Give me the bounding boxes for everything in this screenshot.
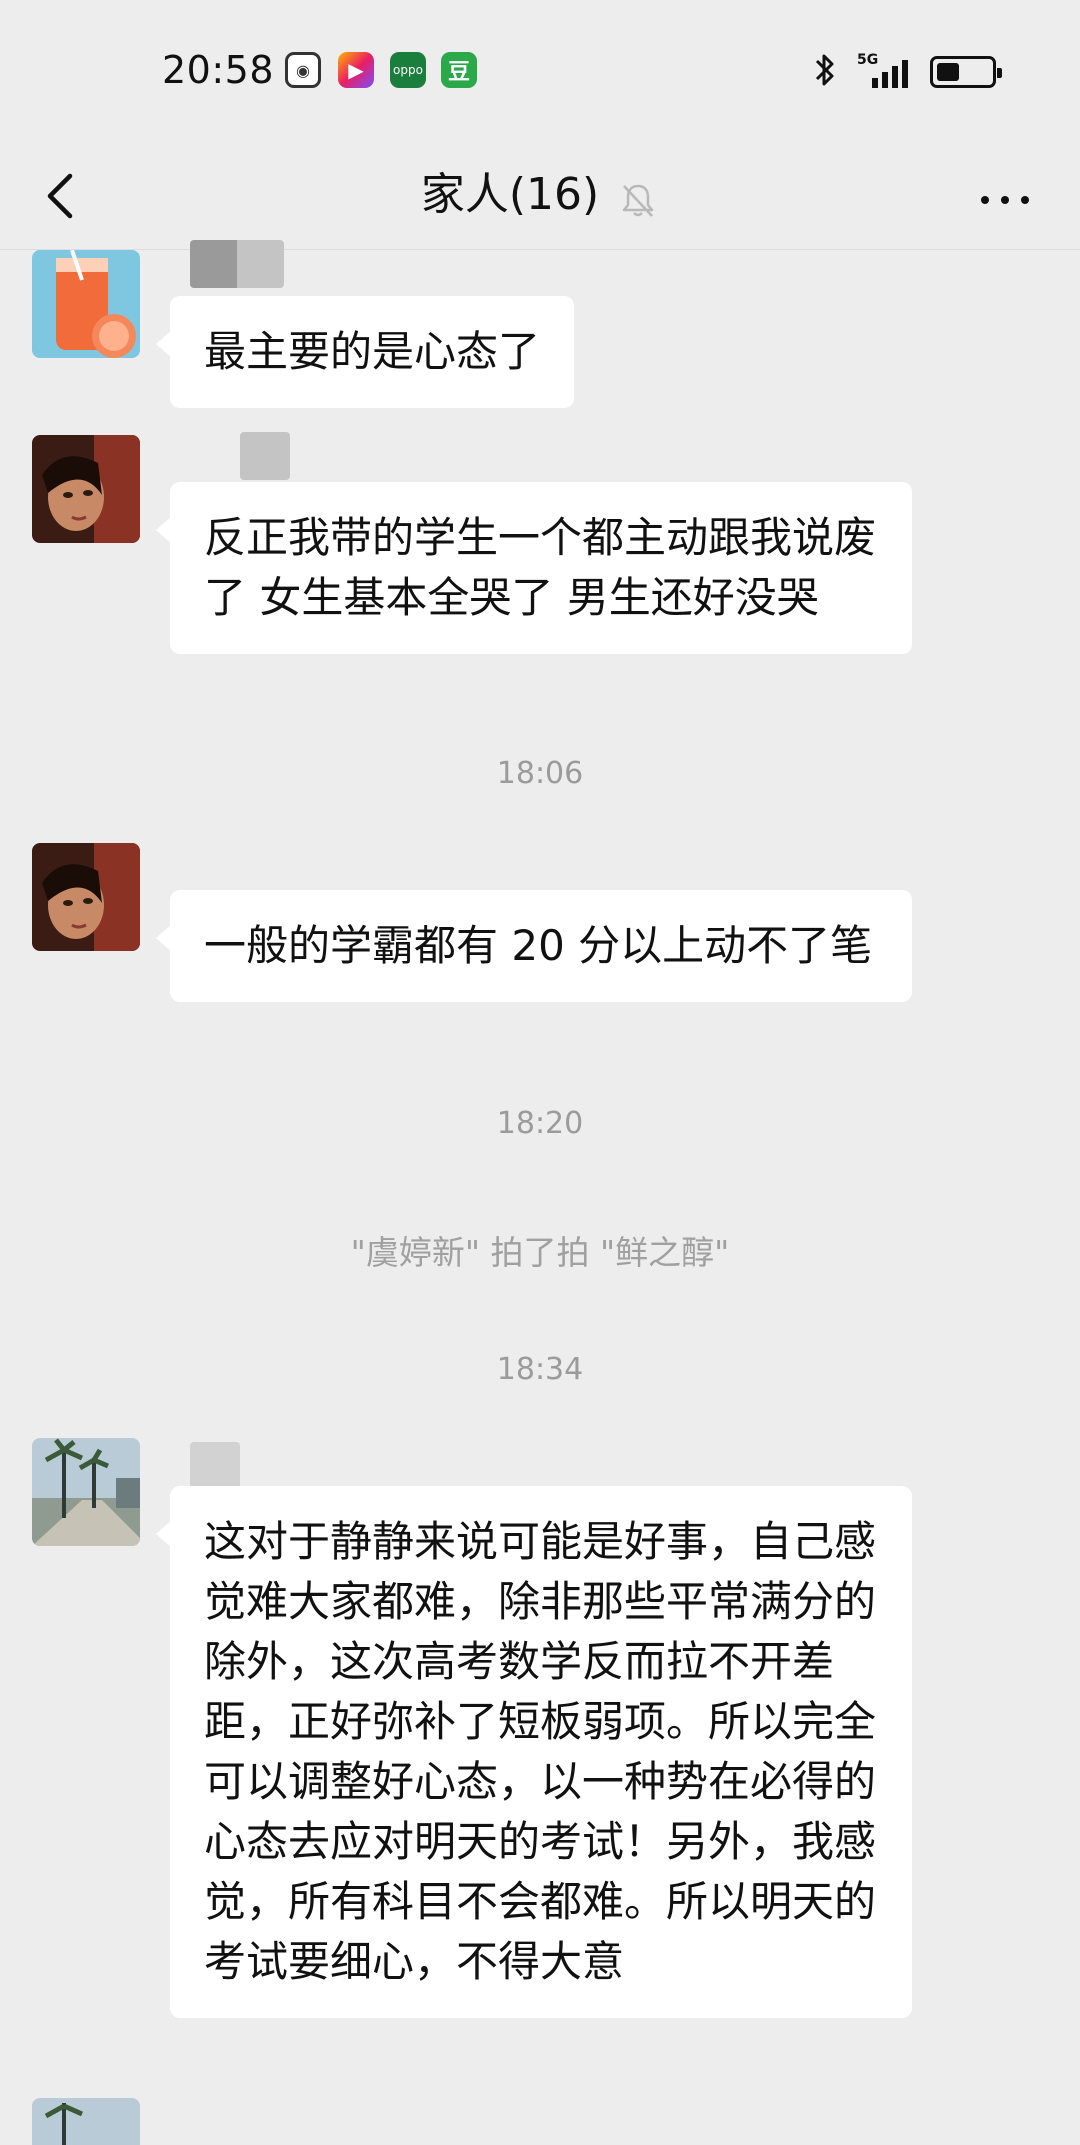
- douban-app-icon: 豆: [441, 52, 477, 88]
- battery-icon: [930, 56, 1002, 88]
- oppo-app-icon: oppo: [390, 52, 426, 88]
- camera-app-icon: ◉: [285, 52, 321, 88]
- more-options-icon[interactable]: [975, 180, 1035, 220]
- timestamp: 18:34: [496, 1352, 584, 1387]
- woman-portrait-avatar[interactable]: [32, 435, 140, 543]
- message-bubble: 一般的学霸都有 20 分以上动不了笔: [156, 890, 912, 1002]
- woman-portrait-avatar[interactable]: [32, 843, 140, 951]
- street-palm-trees-avatar[interactable]: [32, 2098, 140, 2145]
- system-pat-message: "虞婷新" 拍了拍 "鲜之醇": [350, 1233, 730, 1272]
- chat-title: 家人(16): [420, 169, 600, 220]
- message-bubble: 最主要的是心态了: [155, 296, 575, 408]
- street-palm-trees-avatar[interactable]: [32, 1438, 140, 1546]
- signal-strength-icon: [872, 60, 908, 88]
- chat-header: 家人(16): [0, 150, 1080, 250]
- message-bubble: 这对于静静来说可能是好事，自己感觉难大家都难，除非那些平常满分的除外，这次高考数…: [156, 1486, 912, 2018]
- sender-name-blurred: [190, 240, 284, 288]
- bluetooth-icon: [815, 54, 834, 86]
- message-bubble: 反正我带的学生一个都主动跟我说废了 女生基本全哭了 男生还好没哭: [156, 482, 912, 654]
- sender-name-blurred: [190, 1442, 240, 1490]
- grapefruit-drink-avatar[interactable]: [32, 250, 140, 358]
- status-bar: 20:58 ◉ ▶ oppo 豆 5G: [0, 0, 1080, 150]
- mute-bell-icon: [622, 184, 654, 217]
- timestamp: 18:06: [496, 756, 584, 791]
- video-app-icon: ▶: [338, 52, 374, 88]
- sender-name-blurred: [240, 432, 290, 480]
- timestamp: 18:20: [496, 1106, 584, 1141]
- status-time: 20:58: [162, 48, 275, 92]
